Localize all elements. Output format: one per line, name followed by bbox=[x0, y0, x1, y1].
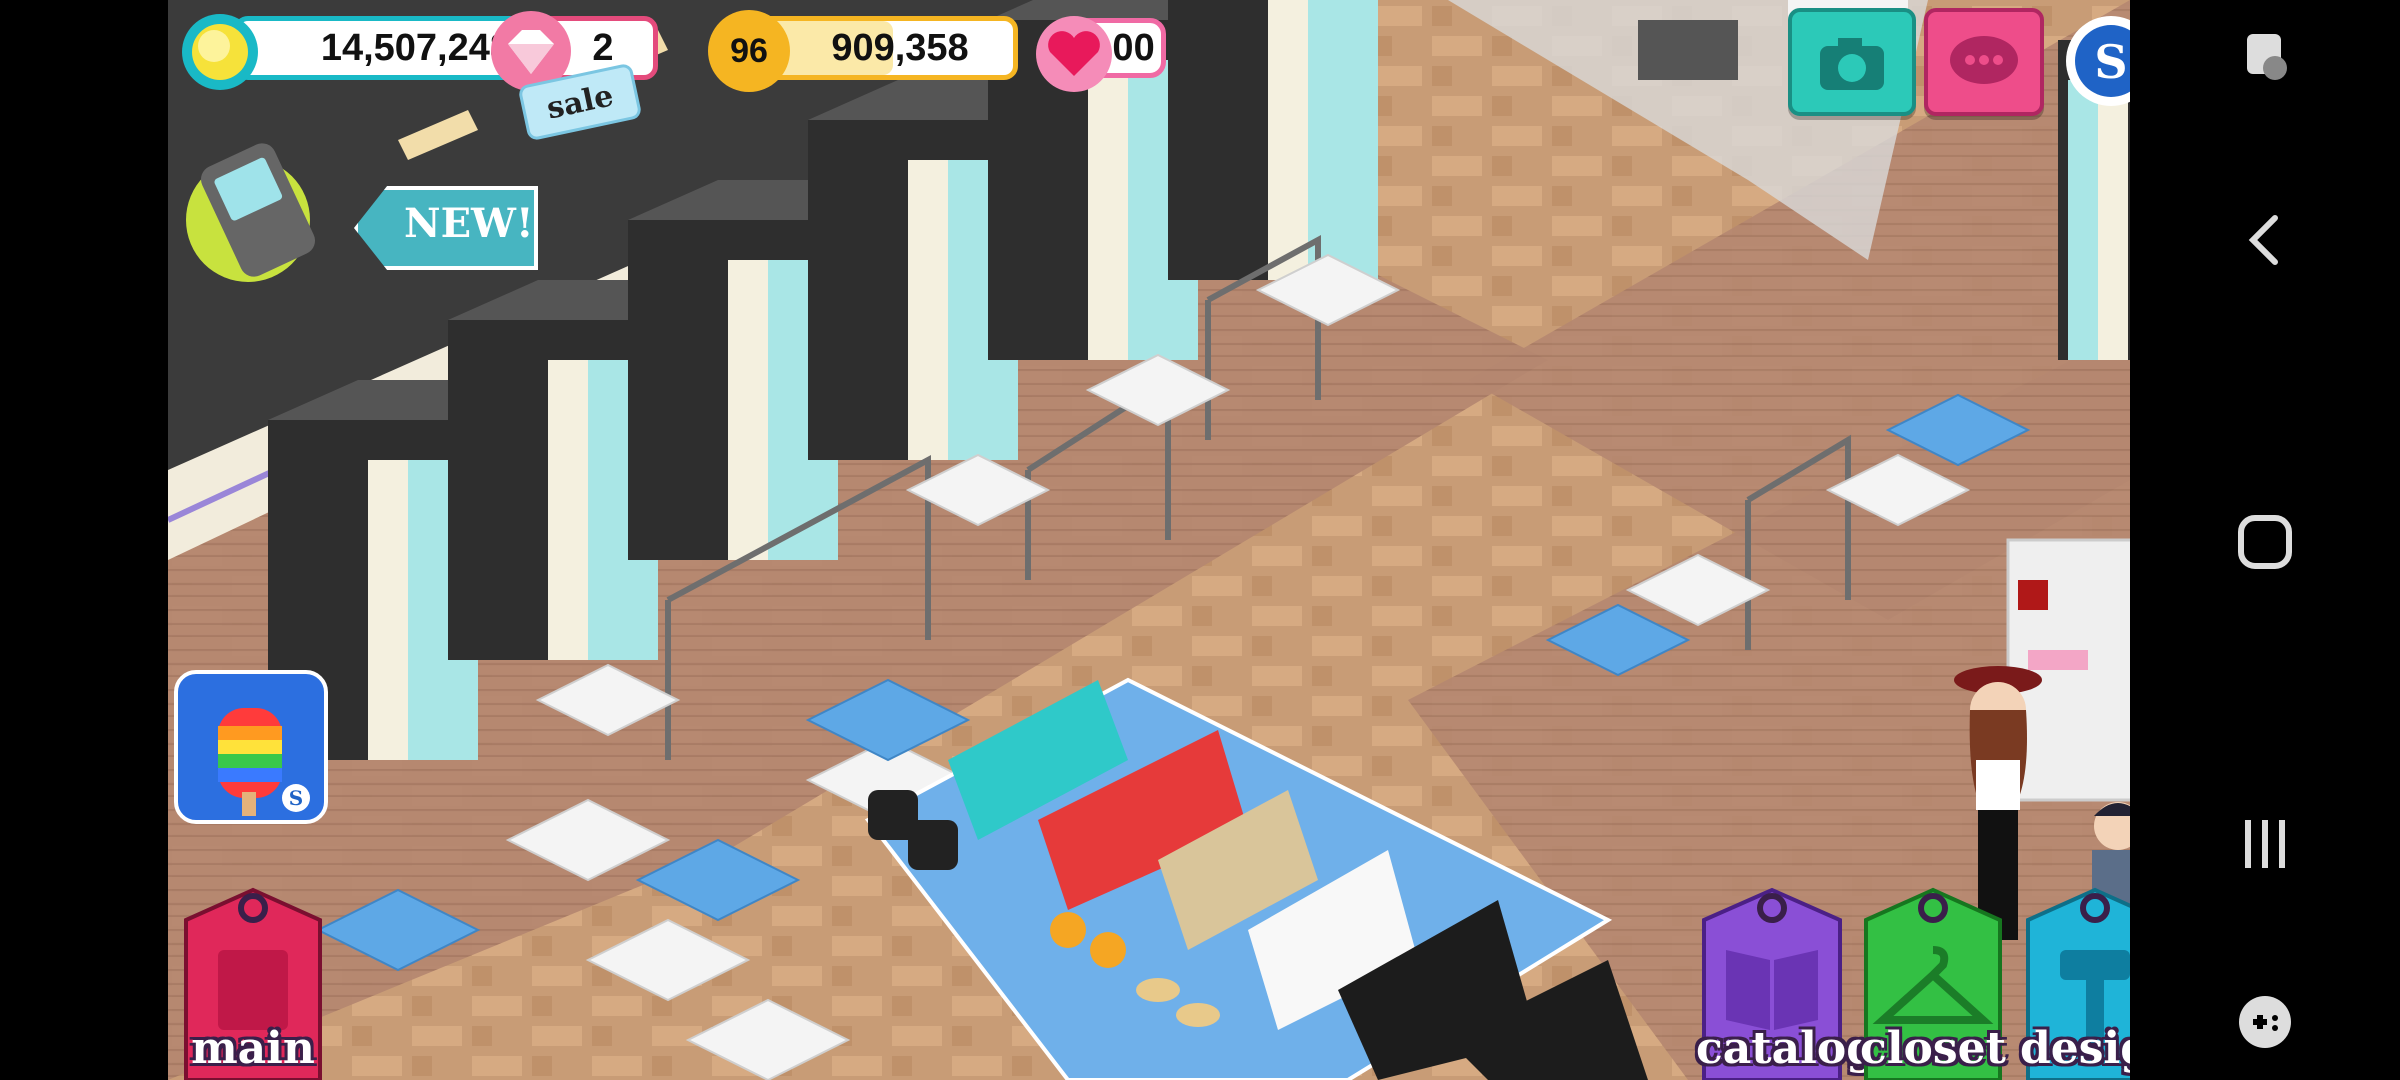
coin-value: 14,507,248 bbox=[320, 26, 511, 69]
level-value: 96 bbox=[730, 31, 768, 70]
catalog-button[interactable]: catalog bbox=[1696, 880, 1877, 1080]
svg-text:S: S bbox=[289, 786, 303, 810]
sale-label: sale bbox=[543, 77, 617, 127]
new-label: NEW! bbox=[404, 200, 534, 247]
closet-button[interactable]: closet bbox=[1858, 880, 2008, 1080]
home-button[interactable] bbox=[2130, 510, 2400, 574]
main-label: main bbox=[191, 1023, 315, 1074]
left-black-bar bbox=[0, 0, 168, 1080]
chat-bubble-icon bbox=[1950, 36, 2018, 84]
design-button[interactable]: design bbox=[2020, 880, 2130, 1080]
level-star-icon: 96 bbox=[708, 10, 790, 92]
game-tools-icon bbox=[2239, 996, 2291, 1048]
camera-icon bbox=[1820, 38, 1884, 90]
screenshot-icon bbox=[2247, 34, 2287, 80]
system-nav-bar bbox=[2130, 0, 2400, 1080]
main-button[interactable]: main bbox=[178, 880, 328, 1080]
camera-button[interactable] bbox=[1788, 8, 1916, 116]
recents-icon bbox=[2245, 820, 2285, 868]
heart-icon bbox=[1036, 16, 1112, 92]
popsicle-game-icon[interactable]: S bbox=[174, 670, 328, 824]
game-viewport[interactable]: 14,507,248 2 sale 909,358 96 100 S NEW! … bbox=[168, 0, 2130, 1080]
game-tools-button[interactable] bbox=[2130, 990, 2400, 1054]
closet-label: closet bbox=[1860, 1023, 2006, 1074]
phone-icon[interactable] bbox=[178, 130, 338, 290]
chat-button[interactable] bbox=[1924, 8, 2044, 116]
xp-value: 909,358 bbox=[831, 26, 969, 69]
gem-value: 2 bbox=[592, 26, 614, 69]
design-label: design bbox=[2020, 1023, 2130, 1074]
screenshot-button[interactable] bbox=[2130, 26, 2400, 86]
home-icon bbox=[2238, 515, 2292, 569]
coin-counter[interactable]: 14,507,248 bbox=[234, 16, 524, 80]
s-coin-icon[interactable]: S bbox=[2064, 14, 2130, 108]
svg-text:S: S bbox=[2094, 35, 2127, 89]
recents-button[interactable] bbox=[2130, 814, 2400, 874]
coin-icon bbox=[182, 14, 258, 90]
back-icon bbox=[2248, 215, 2278, 265]
back-button[interactable] bbox=[2130, 210, 2400, 270]
catalog-label: catalog bbox=[1696, 1023, 1877, 1074]
